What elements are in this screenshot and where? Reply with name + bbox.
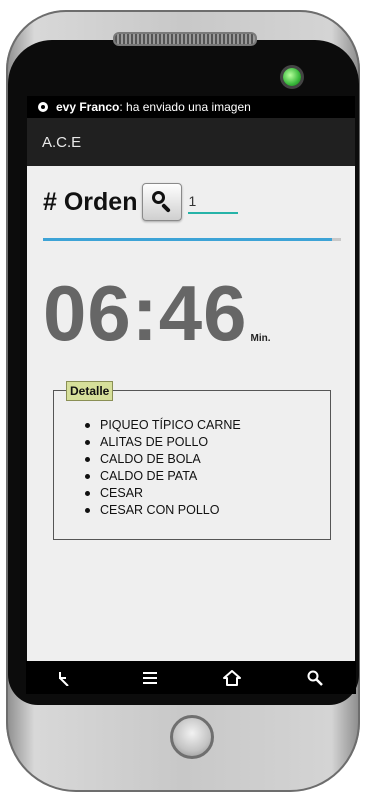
notification-led xyxy=(283,68,301,86)
search-button[interactable] xyxy=(142,183,183,221)
progress-bar-fill xyxy=(43,238,333,241)
order-number-input[interactable] xyxy=(188,190,239,214)
list-item: PIQUEO TÍPICO CARNE xyxy=(85,417,241,434)
list-item: ALITAS DE POLLO xyxy=(85,434,241,451)
detail-legend: Detalle xyxy=(66,381,114,401)
timer-display: 06:46 Min. xyxy=(43,274,271,352)
home-icon xyxy=(223,669,242,686)
back-icon xyxy=(59,671,69,686)
order-search-row: # Orden xyxy=(43,183,239,221)
chat-notification-icon xyxy=(38,102,48,112)
earpiece-speaker xyxy=(113,32,257,46)
navigation-bar xyxy=(26,661,356,694)
status-bar: evy Franco : ha enviado una imagen xyxy=(27,96,355,118)
phone-screen: evy Franco : ha enviado una imagen A.C.E… xyxy=(27,96,355,661)
search-icon-handle xyxy=(161,203,172,213)
app-bar: A.C.E xyxy=(27,118,355,166)
menu-button[interactable] xyxy=(130,663,170,693)
app-title: A.C.E xyxy=(42,133,82,151)
timer-unit: Min. xyxy=(250,333,271,344)
back-button[interactable] xyxy=(47,663,87,693)
search-icon xyxy=(307,670,323,686)
detail-panel: Detalle PIQUEO TÍPICO CARNE ALITAS DE PO… xyxy=(53,381,331,540)
list-item: CALDO DE PATA xyxy=(85,468,241,485)
menu-icon xyxy=(142,671,157,684)
notification-text: : ha enviado una imagen xyxy=(119,100,251,114)
timer-value: 06:46 xyxy=(43,269,248,357)
search-nav-button[interactable] xyxy=(295,663,335,693)
notification-sender: evy Franco xyxy=(56,100,120,114)
order-label: # Orden xyxy=(43,187,138,216)
physical-home-button[interactable] xyxy=(170,715,214,759)
home-nav-button[interactable] xyxy=(212,663,252,693)
detail-item-list: PIQUEO TÍPICO CARNE ALITAS DE POLLO CALD… xyxy=(85,417,241,519)
progress-bar xyxy=(43,238,341,241)
list-item: CESAR CON POLLO xyxy=(85,502,241,519)
list-item: CESAR xyxy=(85,485,241,502)
search-icon xyxy=(152,191,166,204)
list-item: CALDO DE BOLA xyxy=(85,451,241,468)
